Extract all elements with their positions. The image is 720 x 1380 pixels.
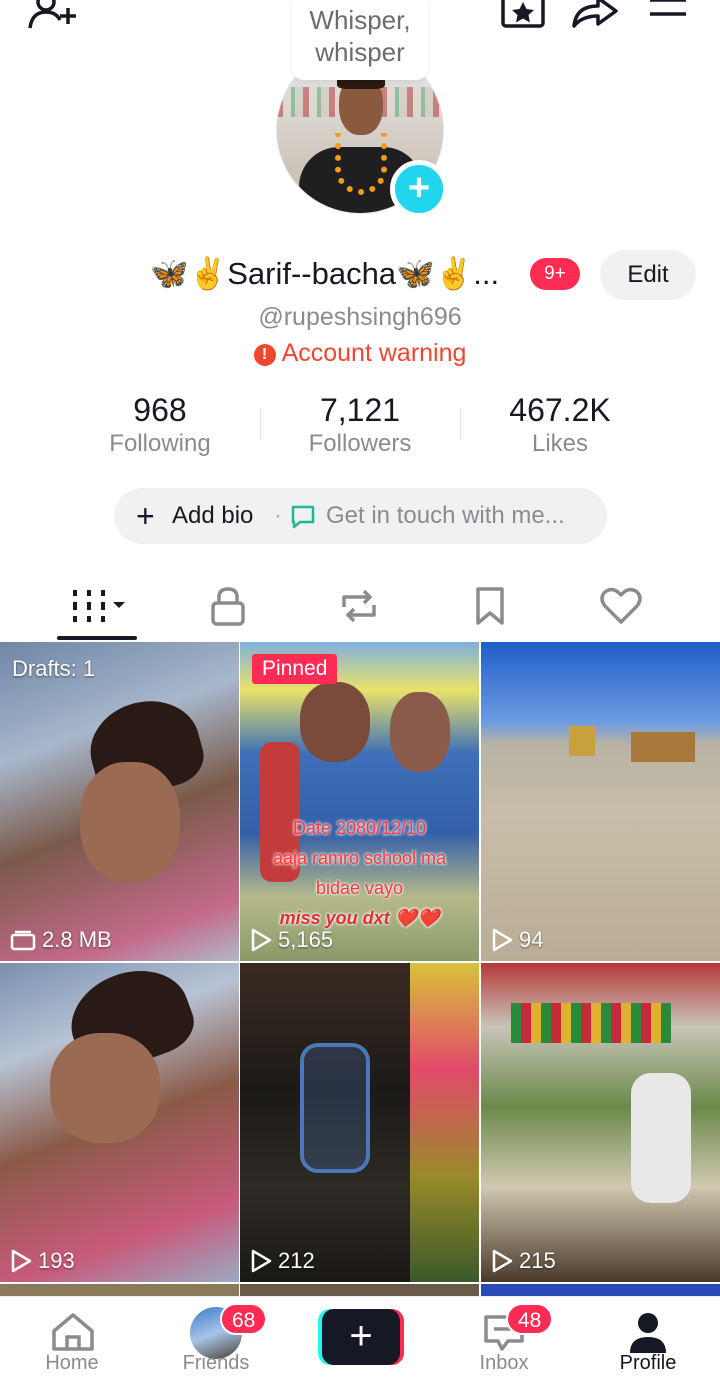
avatar-add-button[interactable]: + <box>390 160 448 218</box>
private-lock-icon <box>211 587 245 626</box>
stats-row: 968 Following 7,121 Followers 467.2K Lik… <box>60 392 660 462</box>
username: @rupeshsingh696 <box>258 303 462 331</box>
drafts-label: Drafts: 1 <box>12 656 96 681</box>
caption-line: Date 2080/12/10 <box>292 818 427 838</box>
account-warning[interactable]: ! Account warning <box>0 336 720 370</box>
view-count: 5,165 <box>278 927 334 952</box>
view-count: 193 <box>38 1248 75 1273</box>
video-tile[interactable]: 215 <box>481 963 720 1282</box>
likes-label: Likes <box>531 430 589 457</box>
play-icon <box>251 1249 272 1273</box>
create-button[interactable]: + <box>318 1309 404 1365</box>
favorites-icon[interactable] <box>500 0 546 33</box>
play-icon <box>492 1249 513 1273</box>
videos-grid-icon <box>73 590 125 622</box>
video-meta: 193 <box>10 1248 75 1274</box>
nav-profile[interactable]: Profile <box>588 1297 708 1380</box>
view-count: 94 <box>519 927 544 952</box>
view-count: 212 <box>278 1248 315 1273</box>
whisper-bubble[interactable]: Whisper, whisper <box>292 0 428 80</box>
nav-profile-label: Profile <box>619 1352 677 1374</box>
caption-line: bidae vayo <box>315 878 404 898</box>
pinned-badge: Pinned <box>252 654 338 684</box>
home-icon <box>52 1313 94 1351</box>
following-count: 968 <box>133 392 187 428</box>
whisper-line-2: whisper <box>315 37 405 67</box>
bottom-navigation: Home 68 Friends + 48 Inbox Profile <box>0 1296 720 1380</box>
caption-line: aaja ramro school ma <box>272 848 447 868</box>
tab-reposts[interactable] <box>319 578 399 634</box>
friends-badge: 68 <box>220 1303 268 1335</box>
create-plus-icon: + <box>322 1309 400 1365</box>
followers-label: Followers <box>308 430 412 457</box>
plus-icon: + <box>136 498 155 534</box>
whisper-line-1: Whisper, <box>309 5 411 35</box>
video-meta: 212 <box>250 1248 315 1274</box>
share-icon[interactable] <box>570 0 620 33</box>
chat-icon <box>291 505 315 529</box>
nav-friends[interactable]: 68 Friends <box>156 1297 276 1380</box>
display-name: 🦋✌️Sarif--bacha🦋✌️... <box>150 256 500 291</box>
active-tab-indicator <box>57 636 137 640</box>
stat-followers[interactable]: 7,121 Followers <box>260 392 460 460</box>
drafts-icon <box>10 930 36 951</box>
warning-icon: ! <box>253 344 276 366</box>
liked-heart-icon <box>600 587 642 624</box>
inbox-badge: 48 <box>506 1303 554 1335</box>
separator-dot: · <box>274 502 282 529</box>
favorites-bookmark-icon <box>476 587 504 625</box>
video-grid: Drafts: 1 2.8 MB Pinned Date 2080/12/10 … <box>0 642 720 1302</box>
following-label: Following <box>109 430 211 457</box>
notification-badge[interactable]: 9+ <box>530 258 580 290</box>
nav-home[interactable]: Home <box>12 1297 132 1380</box>
nav-inbox-label: Inbox <box>479 1352 529 1374</box>
video-meta: 2.8 MB <box>10 927 112 953</box>
tab-liked[interactable] <box>581 578 661 634</box>
menu-icon[interactable] <box>648 0 688 29</box>
get-in-touch-button[interactable]: Get in touch with me... <box>326 488 565 544</box>
profile-icon <box>630 1313 666 1353</box>
account-warning-text: Account warning <box>281 339 467 367</box>
nav-friends-label: Friends <box>182 1352 250 1374</box>
edit-profile-button[interactable]: Edit <box>600 250 696 300</box>
tab-favorites[interactable] <box>450 578 530 634</box>
video-tile[interactable]: 212 <box>240 963 479 1282</box>
tab-private[interactable] <box>188 578 268 634</box>
play-icon <box>251 928 272 952</box>
repost-icon <box>342 589 376 623</box>
video-tile-drafts[interactable]: Drafts: 1 2.8 MB <box>0 642 239 961</box>
video-meta: 215 <box>491 1248 556 1274</box>
nav-home-label: Home <box>45 1352 99 1374</box>
nav-inbox[interactable]: 48 Inbox <box>444 1297 564 1380</box>
likes-count: 467.2K <box>509 392 611 428</box>
stat-likes[interactable]: 467.2K Likes <box>460 392 660 460</box>
video-tile[interactable]: 94 <box>481 642 720 961</box>
play-icon <box>11 1249 32 1273</box>
video-tile-pinned[interactable]: Pinned Date 2080/12/10 aaja ramro school… <box>240 642 479 961</box>
stat-following[interactable]: 968 Following <box>60 392 260 460</box>
video-tile[interactable]: 193 <box>0 963 239 1282</box>
draft-size: 2.8 MB <box>42 927 112 952</box>
add-friend-icon[interactable] <box>26 0 78 35</box>
video-meta: 5,165 <box>250 927 333 953</box>
view-count: 215 <box>519 1248 556 1273</box>
bio-actions: + Add bio · Get in touch with me... <box>114 488 607 544</box>
add-bio-button[interactable]: Add bio <box>172 488 253 544</box>
content-tabs <box>0 570 720 642</box>
name-row: 🦋✌️Sarif--bacha🦋✌️... 9+ Edit <box>0 250 720 300</box>
play-icon <box>492 928 513 952</box>
video-meta: 94 <box>491 927 543 953</box>
tab-videos[interactable] <box>57 578 137 634</box>
followers-count: 7,121 <box>319 392 401 428</box>
